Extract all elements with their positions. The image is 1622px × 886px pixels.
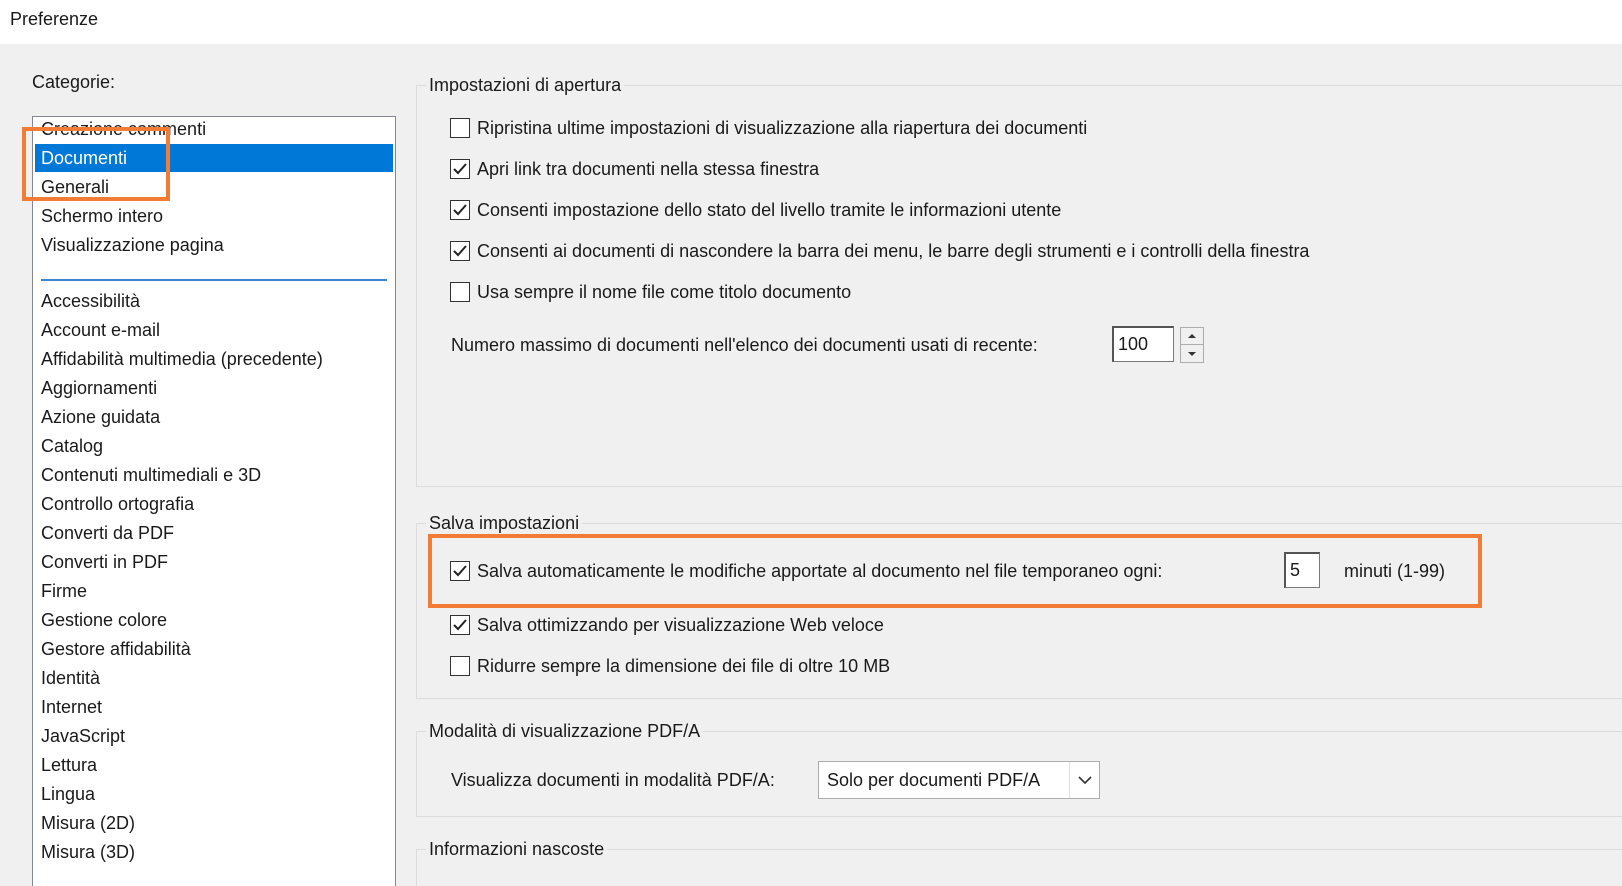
category-item[interactable]: Affidabilità multimedia (precedente)	[35, 345, 393, 373]
checkbox-label: Apri link tra documenti nella stessa fin…	[477, 158, 820, 179]
window-title: Preferenze	[10, 9, 99, 29]
category-item-schermo-intero[interactable]: Schermo intero	[35, 202, 393, 230]
checkbox-row[interactable]: Usa sempre il nome file come titolo docu…	[450, 278, 851, 306]
group-title-pdfa: Modalità di visualizzazione PDF/A	[426, 720, 704, 742]
stepper-up-button[interactable]	[1181, 328, 1203, 345]
checkbox[interactable]	[450, 615, 470, 635]
autosave-label: Salva automaticamente le modifiche appor…	[477, 560, 1163, 581]
category-item[interactable]: Azione guidata	[35, 403, 393, 431]
checkbox-label: Consenti ai documenti di nascondere la b…	[477, 240, 1310, 261]
check-icon	[453, 619, 467, 631]
category-item[interactable]: Lettura	[35, 751, 393, 779]
category-item[interactable]: Misura (3D)	[35, 838, 393, 866]
checkbox-label: Salva ottimizzando per visualizzazione W…	[477, 614, 884, 635]
stepper-down-button[interactable]	[1181, 345, 1203, 362]
checkbox[interactable]	[450, 118, 470, 138]
group-title-hidden-info: Informazioni nascoste	[426, 838, 608, 860]
category-item-creazione-commenti[interactable]: Creazione commenti	[35, 117, 393, 143]
category-item[interactable]: Internet	[35, 693, 393, 721]
checkbox-row[interactable]: Ridurre sempre la dimensione dei file di…	[450, 652, 890, 680]
category-item[interactable]: Identità	[35, 664, 393, 692]
category-item[interactable]: Firme	[35, 577, 393, 605]
category-item[interactable]: Aggiornamenti	[35, 374, 393, 402]
checkbox-label: Ripristina ultime impostazioni di visual…	[477, 117, 1088, 138]
chevron-down-icon[interactable]	[1069, 762, 1099, 798]
group-title-save-settings: Salva impostazioni	[426, 512, 583, 534]
category-item[interactable]: Controllo ortografia	[35, 490, 393, 518]
max-recent-label: Numero massimo di documenti nell'elenco …	[451, 334, 1038, 355]
max-recent-input[interactable]: 100	[1112, 326, 1174, 362]
checkbox-label: Consenti impostazione dello stato del li…	[477, 199, 1062, 220]
checkbox-row[interactable]: Consenti ai documenti di nascondere la b…	[450, 237, 1309, 265]
autosave-checkbox[interactable]	[450, 561, 470, 581]
category-item[interactable]: Converti in PDF	[35, 548, 393, 576]
category-item-visualizzazione-pagina[interactable]: Visualizzazione pagina	[35, 231, 393, 259]
max-recent-stepper[interactable]	[1180, 327, 1204, 363]
checkbox-row[interactable]: Consenti impostazione dello stato del li…	[450, 196, 1061, 224]
checkbox-label: Ridurre sempre la dimensione dei file di…	[477, 655, 891, 676]
checkbox-row[interactable]: Apri link tra documenti nella stessa fin…	[450, 155, 819, 183]
autosave-row[interactable]: Salva automaticamente le modifiche appor…	[450, 557, 1162, 585]
check-icon	[453, 163, 467, 175]
checkbox[interactable]	[450, 241, 470, 261]
checkbox-label: Usa sempre il nome file come titolo docu…	[477, 281, 852, 302]
group-title-open-settings: Impostazioni di apertura	[426, 74, 625, 96]
checkbox-row[interactable]: Ripristina ultime impostazioni di visual…	[450, 114, 1087, 142]
category-item[interactable]: Lingua	[35, 780, 393, 808]
pdfa-label: Visualizza documenti in modalità PDF/A:	[451, 769, 775, 790]
check-icon	[453, 565, 467, 577]
category-item[interactable]: Converti da PDF	[35, 519, 393, 547]
autosave-unit-label: minuti (1-99)	[1344, 560, 1446, 581]
category-item[interactable]: Gestore affidabilità	[35, 635, 393, 663]
category-item[interactable]: Accessibilità	[35, 287, 393, 315]
checkbox[interactable]	[450, 282, 470, 302]
autosave-minutes-input[interactable]: 5	[1284, 552, 1320, 588]
category-item[interactable]: Contenuti multimediali e 3D	[35, 461, 393, 489]
caret-up-icon	[1188, 334, 1196, 338]
category-item[interactable]: JavaScript	[35, 722, 393, 750]
category-item[interactable]: Gestione colore	[35, 606, 393, 634]
checkbox[interactable]	[450, 159, 470, 179]
categories-list[interactable]: Creazione commenti Documenti Generali Sc…	[32, 116, 396, 886]
pdfa-mode-select[interactable]: Solo per documenti PDF/A	[818, 761, 1100, 799]
category-item[interactable]: Misura (2D)	[35, 809, 393, 837]
category-item[interactable]: Catalog	[35, 432, 393, 460]
category-item-documenti[interactable]: Documenti	[35, 144, 393, 172]
checkbox[interactable]	[450, 656, 470, 676]
caret-down-icon	[1188, 351, 1196, 356]
check-icon	[453, 204, 467, 216]
category-item-generali[interactable]: Generali	[35, 173, 393, 195]
category-separator	[41, 279, 387, 281]
checkbox-row[interactable]: Salva ottimizzando per visualizzazione W…	[450, 611, 884, 639]
checkbox[interactable]	[450, 200, 470, 220]
category-item[interactable]: Account e-mail	[35, 316, 393, 344]
check-icon	[453, 245, 467, 257]
categories-label: Categorie:	[32, 72, 116, 92]
pdfa-mode-value: Solo per documenti PDF/A	[827, 770, 1041, 790]
title-bar: Preferenze	[0, 0, 1622, 44]
